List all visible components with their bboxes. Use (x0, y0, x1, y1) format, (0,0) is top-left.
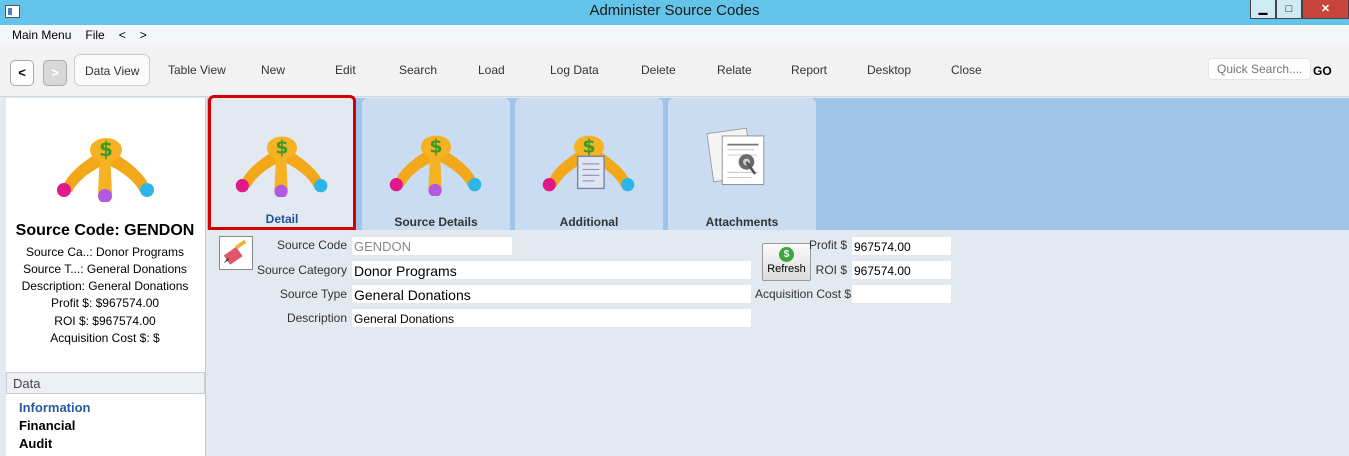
quick-search-input[interactable] (1208, 58, 1311, 80)
tab-attachments[interactable]: Attachments (668, 98, 816, 230)
refresh-button[interactable]: $ Refresh (762, 243, 811, 281)
close-window-button[interactable]: ✕ (1302, 0, 1349, 19)
window-title: Administer Source Codes (589, 2, 760, 19)
detail-logo-icon: $ (235, 136, 328, 197)
tab-source-details-label: Source Details (394, 215, 478, 229)
maximize-button[interactable]: □ (1276, 0, 1302, 19)
tab-additional-label: Additional (559, 215, 619, 229)
desktop-button[interactable]: Desktop (867, 63, 911, 77)
source-code-logo-icon: $ (57, 137, 154, 202)
tab-attachments-label: Attachments (705, 215, 779, 229)
tab-detail[interactable]: $ Detail (208, 95, 356, 230)
refresh-label: Refresh (767, 263, 806, 275)
tab-detail-label: Detail (265, 212, 299, 226)
source-code-field[interactable]: GENDON (351, 236, 513, 256)
summary-source-type: Source T...: General Donations (23, 262, 187, 276)
minimize-button[interactable]: ▁ (1250, 0, 1276, 19)
forward-button[interactable]: > (43, 60, 67, 86)
new-button[interactable]: New (261, 63, 285, 77)
summary-title: Source Code: GENDON (15, 222, 195, 239)
acquisition-cost-field[interactable] (851, 284, 952, 304)
table-view-button[interactable]: Table View (168, 63, 226, 77)
edit-button[interactable]: Edit (335, 63, 356, 77)
roi-field[interactable]: 967574.00 (851, 260, 952, 280)
load-button[interactable]: Load (478, 63, 505, 77)
summary-acquisition-cost: Acquisition Cost $: $ (50, 331, 160, 345)
back-button[interactable]: < (10, 60, 34, 86)
additional-logo-icon: $ (542, 135, 635, 192)
go-button[interactable]: GO (1313, 64, 1332, 78)
source-details-logo-icon: $ (389, 135, 482, 196)
tab-source-details[interactable]: $ Source Details (362, 98, 510, 230)
source-category-label: Source Category (256, 263, 347, 277)
svg-text:$: $ (582, 136, 595, 158)
window-controls: ▁ □ ✕ (1250, 0, 1349, 19)
description-label: Description (286, 311, 347, 325)
data-link-financial[interactable]: Financial (19, 418, 75, 433)
tab-additional[interactable]: $ Additional (515, 98, 663, 230)
menu-file[interactable]: File (85, 28, 104, 42)
attachments-paperclip-icon (706, 127, 765, 185)
report-button[interactable]: Report (791, 63, 827, 77)
log-data-button[interactable]: Log Data (550, 63, 599, 77)
data-section-heading: Data (6, 372, 205, 394)
profit-field[interactable]: 967574.00 (851, 236, 952, 256)
tab-strip: $ Detail $ Source Details $ Additional A… (207, 95, 1349, 230)
menu-bar: Main Menu File < > (0, 25, 1349, 45)
delete-button[interactable]: Delete (641, 63, 676, 77)
data-link-information[interactable]: Information (19, 400, 91, 415)
source-code-label: Source Code (276, 238, 347, 252)
relate-button[interactable]: Relate (717, 63, 752, 77)
svg-text:$: $ (275, 137, 288, 159)
summary-panel: $ Source Code: GENDON Source Ca..: Donor… (6, 98, 206, 456)
description-field[interactable]: General Donations (351, 308, 752, 328)
data-view-button[interactable]: Data View (74, 54, 151, 86)
acquisition-cost-label: Acquisition Cost $ (755, 287, 852, 301)
menu-back[interactable]: < (119, 28, 126, 42)
profit-label: Profit $ (808, 238, 847, 252)
close-button[interactable]: Close (951, 63, 982, 77)
refresh-dollar-icon: $ (779, 247, 794, 262)
svg-text:$: $ (429, 136, 442, 158)
source-category-field[interactable]: Donor Programs (351, 260, 752, 280)
data-link-audit[interactable]: Audit (19, 436, 52, 451)
summary-roi: ROI $: $967574.00 (54, 314, 156, 328)
menu-forward[interactable]: > (140, 28, 147, 42)
menu-main-menu[interactable]: Main Menu (12, 28, 71, 42)
search-button[interactable]: Search (399, 63, 437, 77)
summary-source-category: Source Ca..: Donor Programs (25, 245, 185, 259)
toolbar: < > Data View Table View New Edit Search… (0, 45, 1349, 97)
summary-description: Description: General Donations (21, 279, 189, 293)
svg-text:$: $ (99, 137, 113, 161)
source-type-field[interactable]: General Donations (351, 284, 752, 304)
source-type-label: Source Type (279, 287, 347, 301)
summary-profit: Profit $: $967574.00 (50, 296, 160, 310)
roi-label: ROI $ (815, 263, 847, 277)
title-bar: Administer Source Codes ▁ □ ✕ (0, 0, 1349, 25)
